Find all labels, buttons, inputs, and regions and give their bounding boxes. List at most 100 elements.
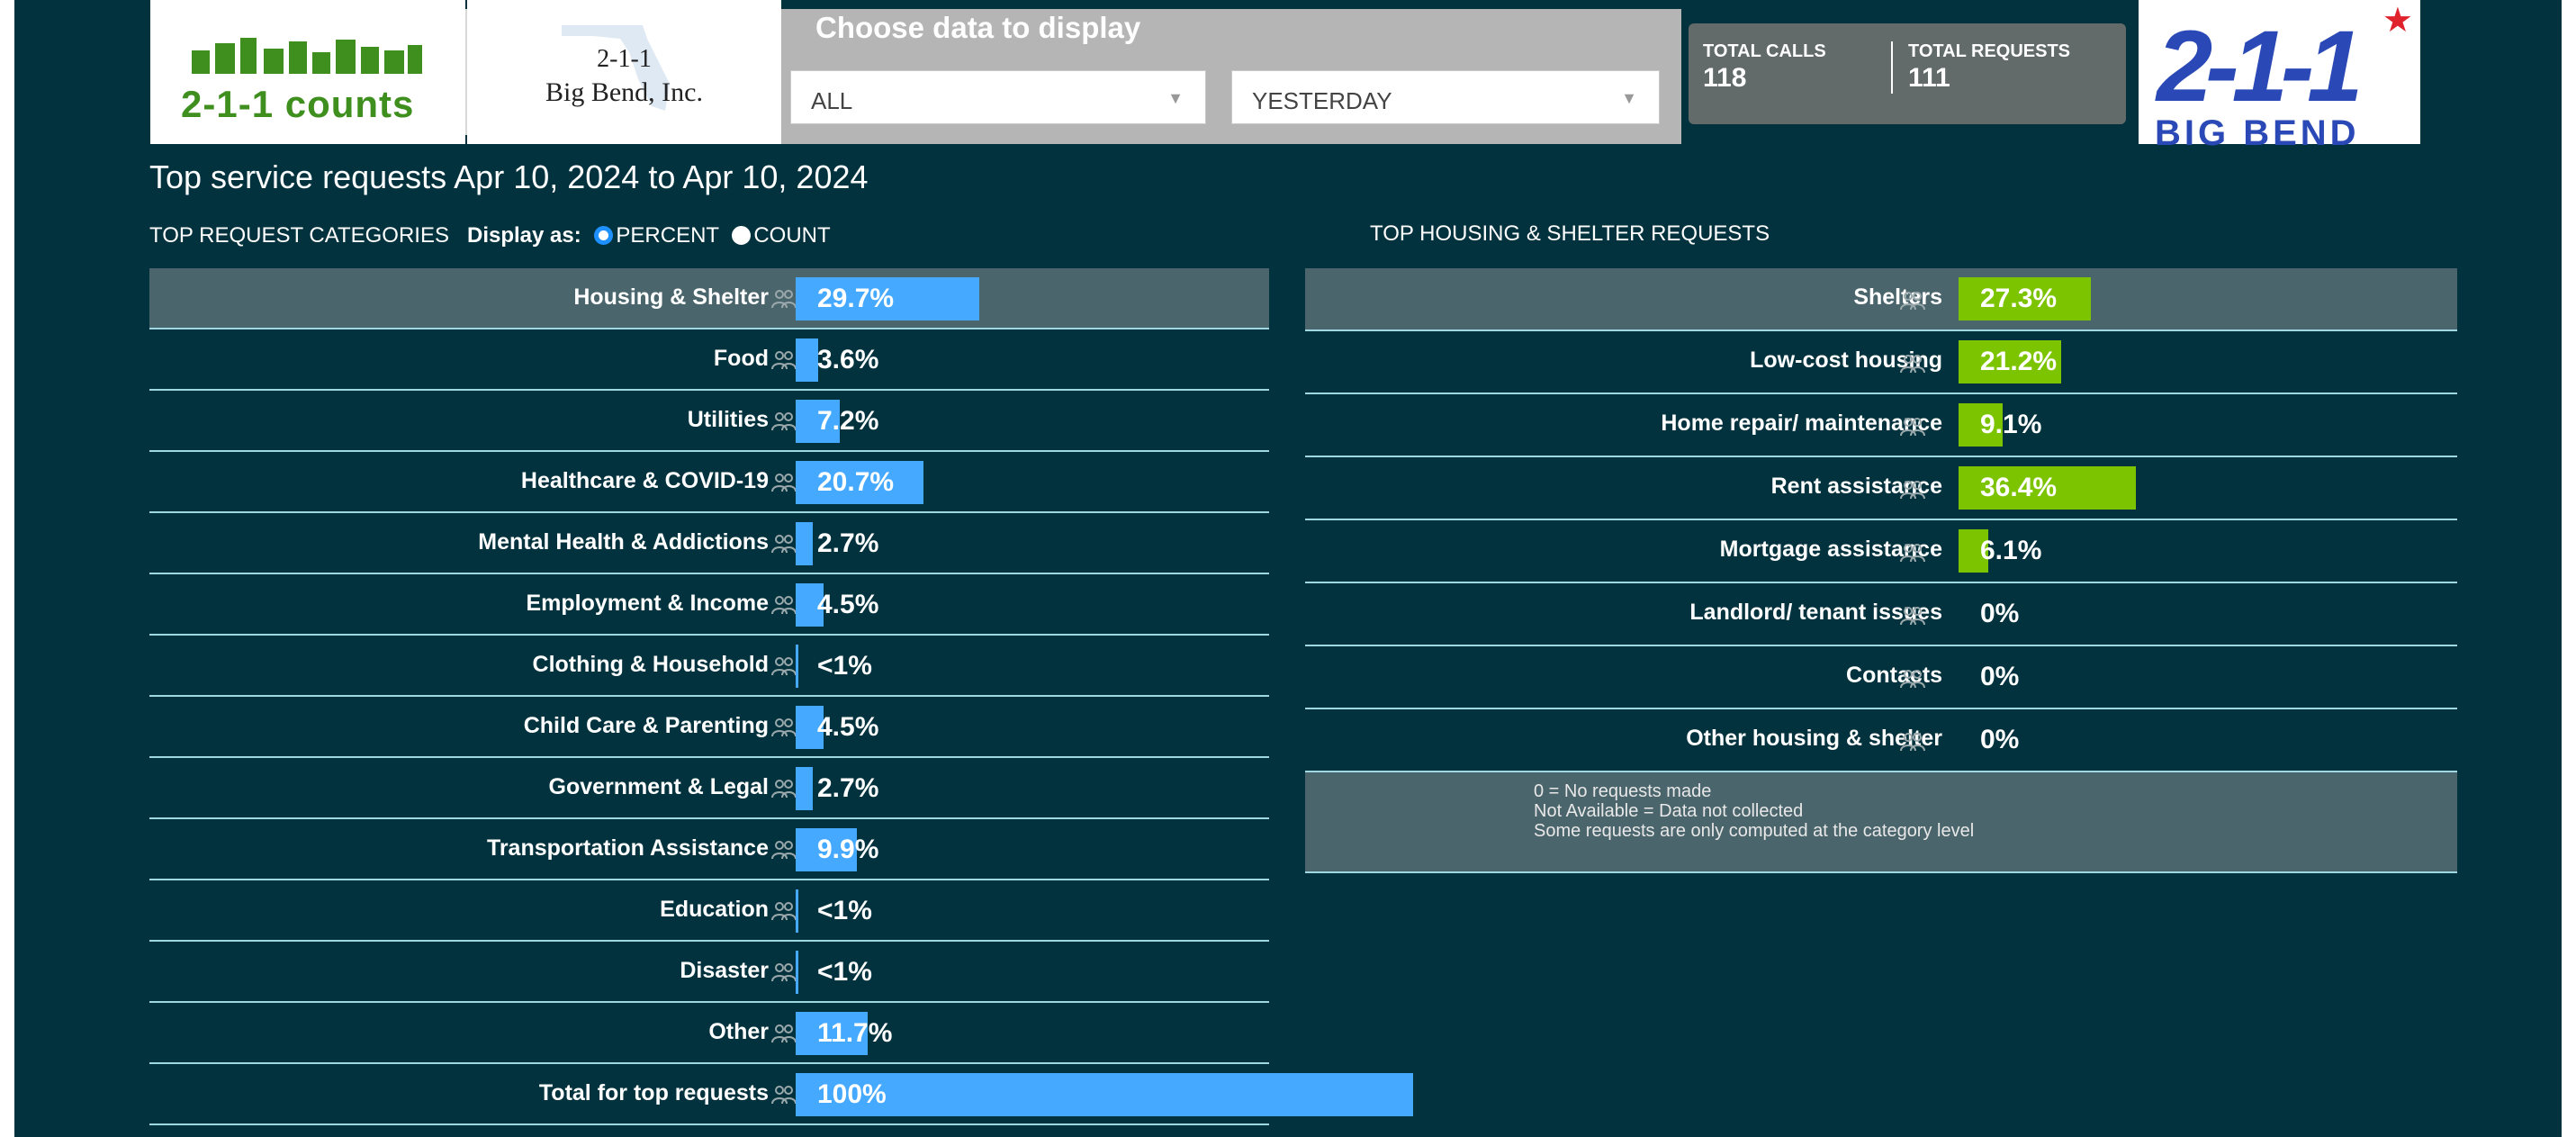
choose-data-title: Choose data to display	[815, 11, 1141, 44]
table-row[interactable]: Rent assistance 36.4%	[1305, 457, 2457, 520]
value-label: 27.3%	[1980, 284, 2058, 313]
table-row[interactable]: Other 11.7%	[149, 1003, 1269, 1064]
row-label: Government & Legal	[548, 774, 770, 799]
note-line: 0 = No requests made	[1534, 781, 1712, 801]
table-row[interactable]: Clothing & Household <1%	[149, 636, 1269, 697]
brand-logo[interactable]: 2-1-1 ★ BIG BEND	[2139, 0, 2420, 153]
people-icon[interactable]	[770, 533, 797, 555]
table-row[interactable]: Home repair/ maintenance 9.1%	[1305, 394, 2457, 457]
table-row[interactable]: Government & Legal 2.7%	[149, 758, 1269, 819]
total-calls-value: 118	[1703, 63, 1747, 93]
row-label: Disaster	[680, 958, 769, 983]
row-label: Other	[708, 1019, 769, 1044]
partner-logo[interactable]: 2-1-1 Big Bend, Inc.	[467, 0, 781, 144]
table-row[interactable]: Other housing & shelter 0%	[1305, 709, 2457, 772]
row-label: Child Care & Parenting	[523, 713, 769, 738]
people-icon[interactable]	[770, 1084, 797, 1105]
value-label: 0%	[1980, 599, 2020, 628]
people-icon[interactable]	[1899, 353, 1926, 374]
table-row[interactable]: Housing & Shelter 29.7%	[149, 268, 1269, 329]
table-row[interactable]: Food 3.6%	[149, 329, 1269, 391]
people-icon[interactable]	[1899, 479, 1926, 501]
people-icon[interactable]	[770, 288, 797, 310]
brand-logo-number: 2-1-1	[2157, 10, 2363, 122]
value-label: <1%	[817, 651, 872, 681]
value-bar	[796, 889, 798, 933]
page-title: Top service requests Apr 10, 2024 to Apr…	[149, 158, 869, 195]
people-icon[interactable]	[770, 717, 797, 738]
bar-track: 36.4%	[1959, 466, 2445, 510]
value-label: 100%	[817, 1079, 887, 1109]
row-label: Employment & Income	[526, 591, 770, 616]
row-label: Shelters	[1853, 284, 1942, 310]
people-icon[interactable]	[1899, 605, 1926, 627]
value-label: 29.7%	[817, 284, 895, 313]
row-label: Utilities	[687, 407, 769, 432]
period-select[interactable]: YESTERDAY ▼	[1231, 70, 1660, 124]
people-icon[interactable]	[770, 839, 797, 861]
table-row[interactable]: Landlord/ tenant issues 0%	[1305, 583, 2457, 646]
people-icon[interactable]	[770, 961, 797, 983]
table-row[interactable]: Transportation Assistance 9.9%	[149, 819, 1269, 880]
counts-logo[interactable]: 2-1-1 counts	[150, 0, 465, 144]
table-row[interactable]: Education <1%	[149, 880, 1269, 942]
bar-track: 100%	[796, 1073, 1413, 1116]
table-row[interactable]: Mental Health & Addictions 2.7%	[149, 513, 1269, 574]
people-icon[interactable]	[770, 349, 797, 371]
people-icon[interactable]	[770, 411, 797, 432]
categories-heading: TOP REQUEST CATEGORIES	[149, 223, 449, 248]
note-line: Some requests are only computed at the c…	[1534, 821, 1975, 841]
row-label: Housing & Shelter	[573, 284, 769, 310]
table-row[interactable]: Mortgage assistance 6.1%	[1305, 520, 2457, 583]
bar-track: 9.1%	[1959, 403, 2445, 447]
people-icon[interactable]	[1899, 542, 1926, 564]
window-edge-right	[2562, 0, 2576, 1137]
people-icon[interactable]	[770, 594, 797, 616]
people-icon[interactable]	[770, 778, 797, 799]
count-radio-label[interactable]: COUNT	[753, 223, 830, 248]
row-label: Mental Health & Addictions	[478, 529, 769, 555]
percent-radio[interactable]	[594, 226, 614, 245]
category-select[interactable]: ALL ▼	[790, 70, 1206, 124]
value-bar	[796, 338, 818, 382]
bar-track: 0%	[1959, 718, 2445, 762]
star-icon: ★	[2382, 2, 2413, 40]
row-label: Transportation Assistance	[486, 835, 769, 861]
totals-panel: TOTAL CALLS 118 TOTAL REQUESTS 111	[1689, 23, 2126, 124]
value-bar	[796, 951, 798, 994]
people-icon[interactable]	[770, 472, 797, 493]
people-icon-row	[192, 38, 422, 74]
data-selector-panel: Choose data to display ALL ▼ YESTERDAY ▼	[781, 9, 1681, 144]
row-label: Education	[660, 897, 769, 922]
people-icon[interactable]	[1899, 290, 1926, 311]
people-icon[interactable]	[770, 655, 797, 677]
row-label: Contacts	[1846, 663, 1942, 688]
value-label: 7.2%	[817, 406, 879, 436]
table-row[interactable]: Employment & Income 4.5%	[149, 574, 1269, 636]
people-icon[interactable]	[770, 1023, 797, 1044]
people-icon[interactable]	[1899, 731, 1926, 753]
table-row[interactable]: Utilities 7.2%	[149, 391, 1269, 452]
value-label: 21.2%	[1980, 347, 2058, 376]
total-calls-label: TOTAL CALLS	[1703, 41, 1826, 61]
categories-table: Housing & Shelter 29.7% Food 3.6% Utilities 7…	[149, 268, 1413, 1125]
people-icon[interactable]	[770, 900, 797, 922]
percent-radio-label[interactable]: PERCENT	[616, 223, 718, 248]
table-row[interactable]: Contacts 0%	[1305, 646, 2457, 709]
categories-header: TOP REQUEST CATEGORIES Display as: PERCE…	[149, 223, 831, 248]
people-icon[interactable]	[1899, 416, 1926, 438]
table-row[interactable]: Total for top requests 100%	[149, 1064, 1413, 1125]
count-radio[interactable]	[732, 226, 752, 245]
housing-notes: 0 = No requests made Not Available = Data…	[1305, 772, 2457, 873]
table-row[interactable]: Disaster <1%	[149, 942, 1269, 1003]
table-row[interactable]: Shelters 27.3%	[1305, 268, 2457, 331]
chevron-down-icon: ▼	[1167, 89, 1184, 107]
people-icon[interactable]	[1899, 668, 1926, 690]
window-edge-left	[0, 0, 14, 1137]
bar-track: <1%	[796, 951, 1413, 994]
table-row[interactable]: Healthcare & COVID-19 20.7%	[149, 452, 1269, 513]
table-row[interactable]: Child Care & Parenting 4.5%	[149, 697, 1269, 758]
table-row[interactable]: Low-cost housing 21.2%	[1305, 331, 2457, 394]
value-label: 3.6%	[817, 345, 879, 374]
display-as-label: Display as:	[466, 223, 581, 248]
